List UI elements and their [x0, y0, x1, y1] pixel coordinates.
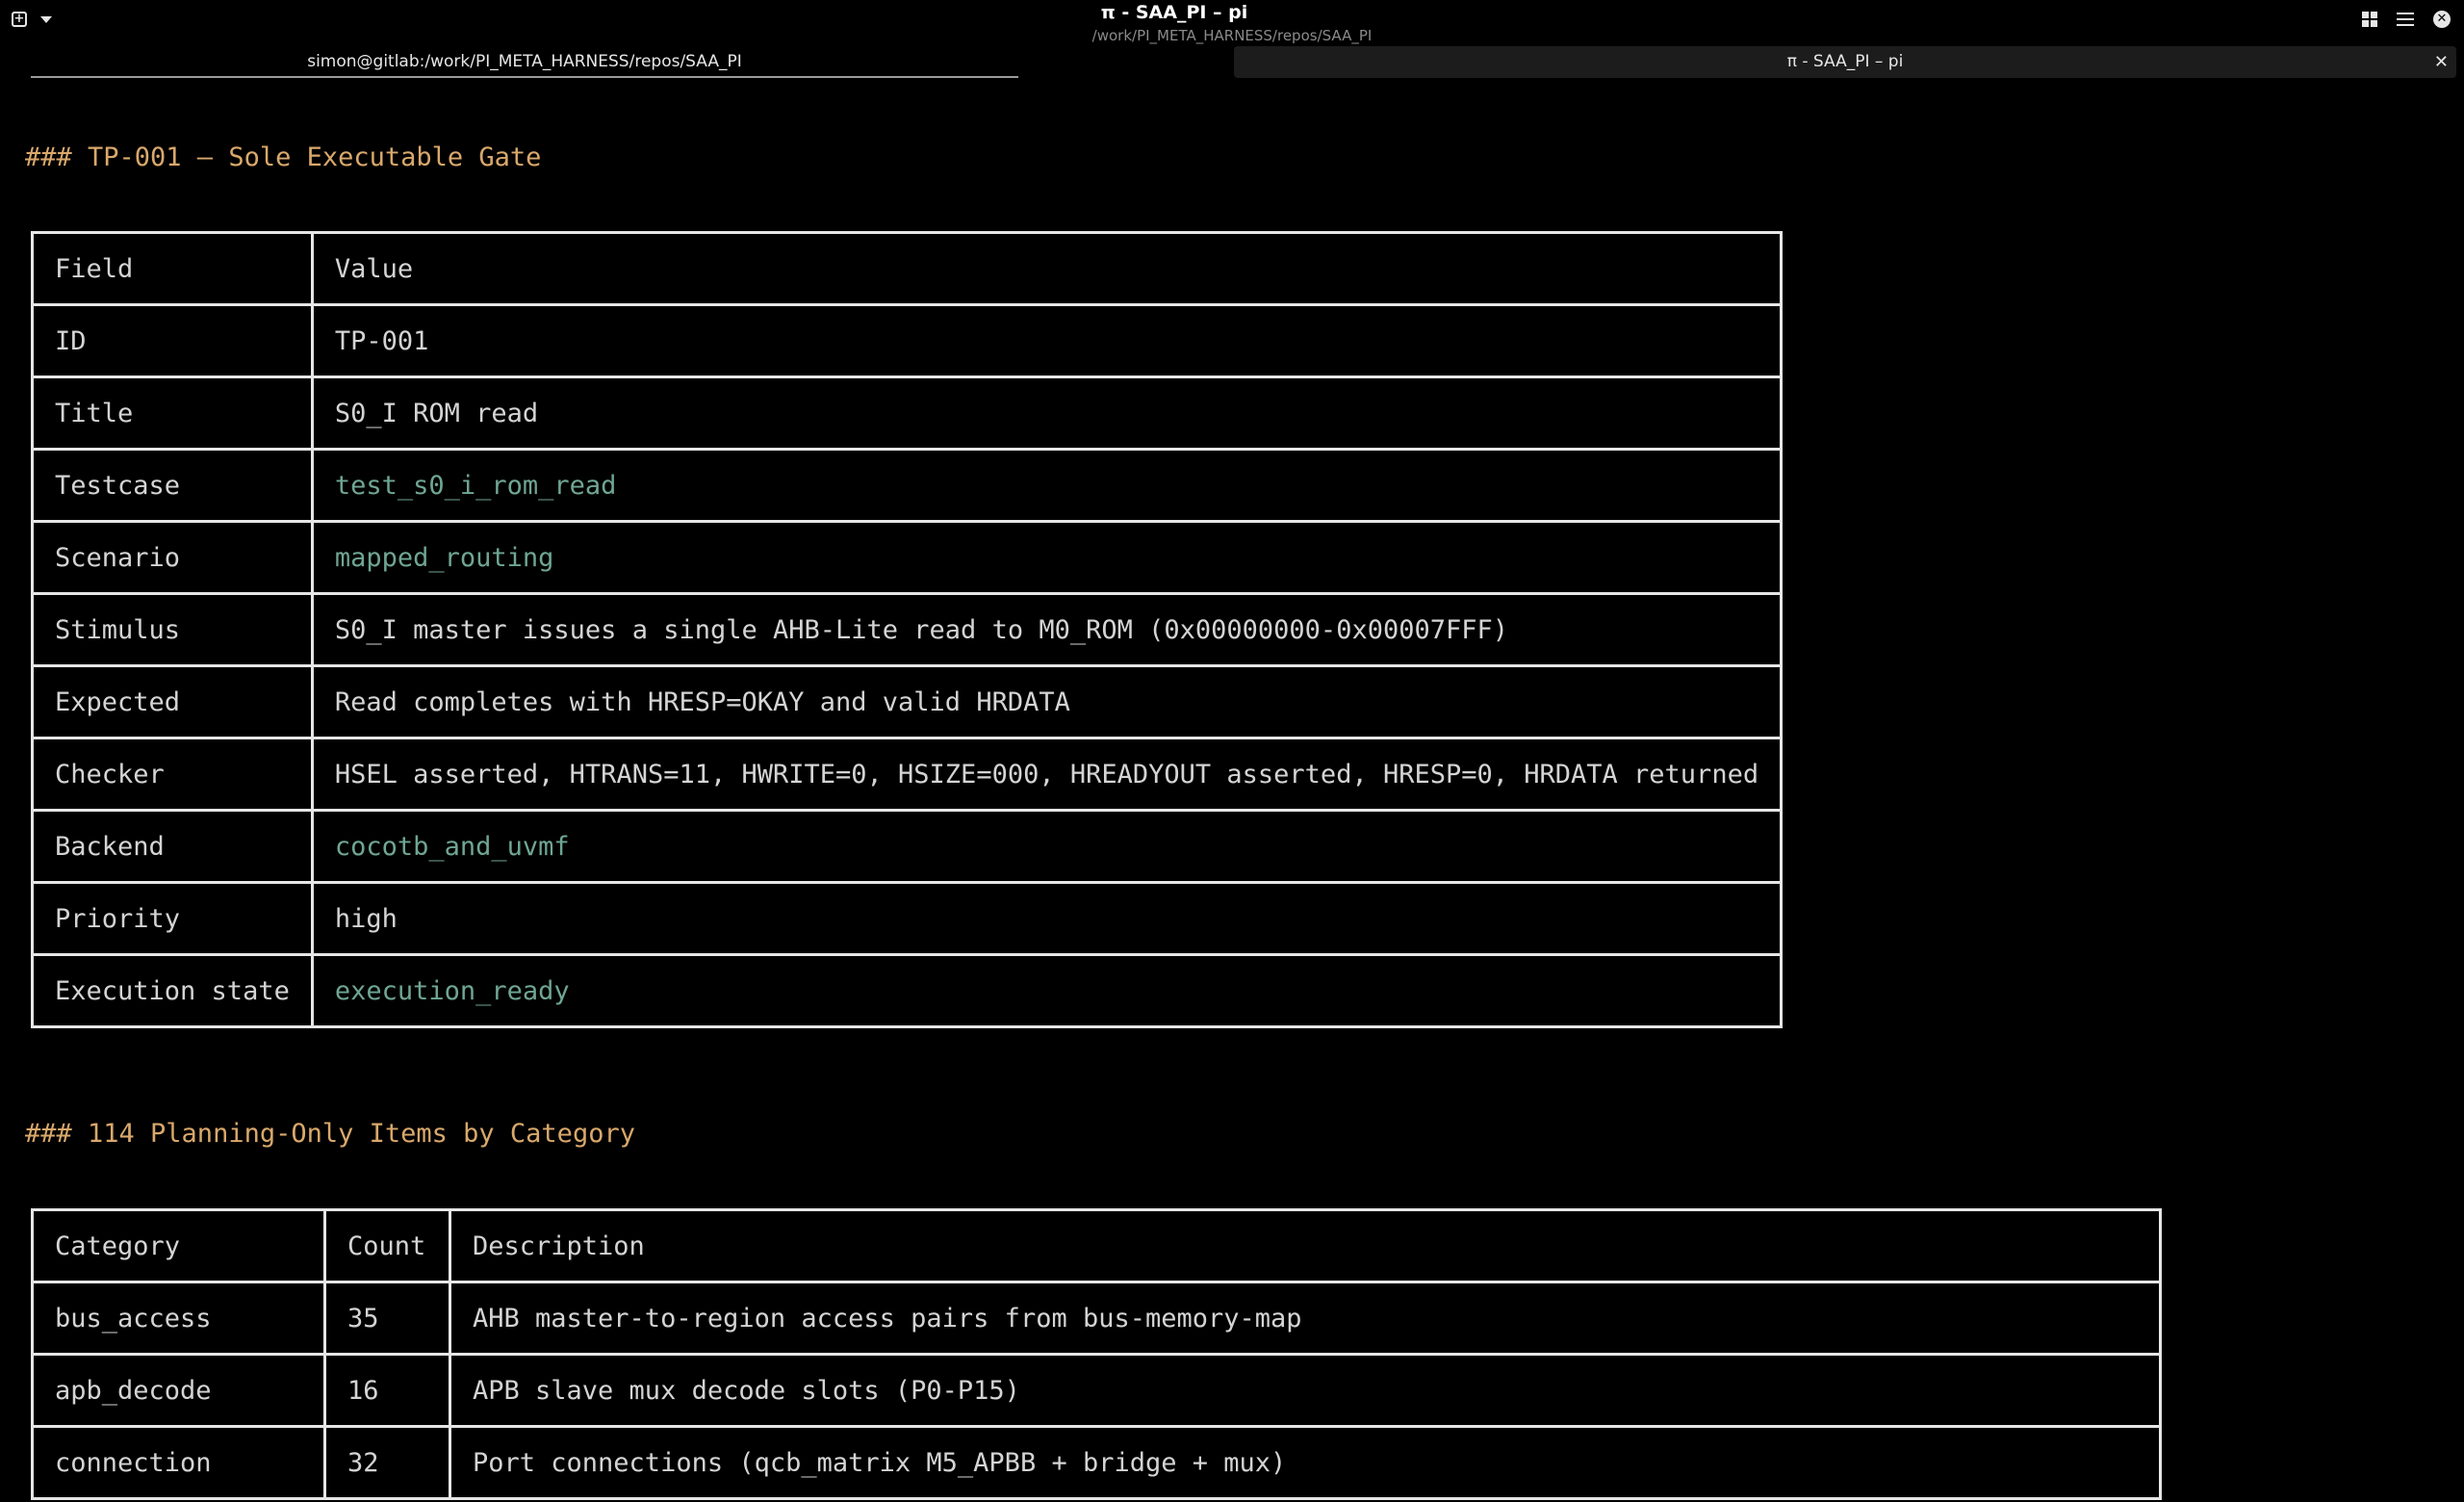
terminal-output[interactable]: ### TP-001 — Sole Executable Gate Field … [0, 79, 2464, 1502]
section-heading-tp001: ### TP-001 — Sole Executable Gate [25, 142, 542, 172]
table-header-row: Field Value [31, 231, 1784, 306]
field-cell: ID [31, 303, 314, 378]
field-cell: Title [31, 376, 314, 451]
value-cell: TP-001 [310, 303, 1784, 378]
tab-label: simon@gitlab:/work/PI_META_HARNESS/repos… [307, 52, 742, 71]
table-row: Testcase test_s0_i_rom_read [31, 448, 1784, 523]
field-cell: Stimulus [31, 592, 314, 667]
description-cell: Port connections (qcb_matrix M5_APBB + b… [449, 1425, 2162, 1500]
value-cell: S0_I ROM read [310, 376, 1784, 451]
value-cell: cocotb_and_uvmf [310, 809, 1784, 884]
count-cell: 16 [323, 1353, 451, 1428]
title-bar: + π - SAA_PI – pi /work/PI_META_HARNESS/… [0, 0, 2464, 46]
table-header-cell: Description [449, 1208, 2162, 1283]
tab-label: π - SAA_PI – pi [1786, 52, 1904, 71]
table-row: ID TP-001 [31, 303, 1784, 378]
close-icon[interactable]: ✕ [2433, 11, 2451, 28]
value-cell: test_s0_i_rom_read [310, 448, 1784, 523]
value-cell: execution_ready [310, 953, 1784, 1028]
table-row: Priority high [31, 881, 1784, 956]
value-cell: S0_I master issues a single AHB-Lite rea… [310, 592, 1784, 667]
field-cell: Backend [31, 809, 314, 884]
count-cell: 32 [323, 1425, 451, 1500]
window-subtitle: /work/PI_META_HARNESS/repos/SAA_PI [1091, 27, 1373, 44]
table-row: Backend cocotb_and_uvmf [31, 809, 1784, 884]
table-row: Title S0_I ROM read [31, 376, 1784, 451]
field-cell: Execution state [31, 953, 314, 1028]
table-row: connection 32 Port connections (qcb_matrix… [31, 1425, 2162, 1500]
table-row: Checker HSEL asserted, HTRANS=11, HWRITE=… [31, 737, 1784, 812]
title-bar-right-controls: ✕ [2362, 11, 2451, 28]
count-cell: 35 [323, 1281, 451, 1356]
value-cell: HSEL asserted, HTRANS=11, HWRITE=0, HSIZ… [310, 737, 1784, 812]
table-row: apb_decode 16 APB slave mux decode slots (… [31, 1353, 2162, 1428]
value-cell: Read completes with HRESP=OKAY and valid… [310, 664, 1784, 739]
table-header-cell: Count [323, 1208, 451, 1283]
field-cell: Testcase [31, 448, 314, 523]
category-cell: connection [31, 1425, 326, 1500]
table-row: Stimulus S0_I master issues a single AHB-… [31, 592, 1784, 667]
planning-table: Category Count Description bus_access 35 A… [31, 1208, 2162, 1500]
table-header-cell: Value [310, 231, 1784, 306]
field-cell: Checker [31, 737, 314, 812]
window-title: π - SAA_PI – pi [1100, 2, 1248, 23]
section-heading-planning: ### 114 Planning-Only Items by Category [25, 1119, 635, 1149]
description-cell: AHB master-to-region access pairs from b… [449, 1281, 2162, 1356]
tp001-table: Field Value ID TP-001 Title S0_I ROM read Te… [31, 231, 1784, 1028]
hamburger-menu-icon[interactable] [2397, 13, 2414, 26]
value-cell: mapped_routing [310, 520, 1784, 595]
field-cell: Priority [31, 881, 314, 956]
table-row: Expected Read completes with HRESP=OKAY a… [31, 664, 1784, 739]
grid-icon[interactable] [2362, 12, 2377, 27]
table-row: bus_access 35 AHB master-to-region access … [31, 1281, 2162, 1356]
category-cell: bus_access [31, 1281, 326, 1356]
description-cell: APB slave mux decode slots (P0-P15) [449, 1353, 2162, 1428]
tab-pi-session[interactable]: π - SAA_PI – pi ✕ [1234, 46, 2456, 78]
table-header-cell: Field [31, 231, 314, 306]
table-header-row: Category Count Description [31, 1208, 2162, 1283]
field-cell: Expected [31, 664, 314, 739]
value-cell: high [310, 881, 1784, 956]
table-header-cell: Category [31, 1208, 326, 1283]
table-row: Execution state execution_ready [31, 953, 1784, 1028]
field-cell: Scenario [31, 520, 314, 595]
tab-close-icon[interactable]: ✕ [2434, 46, 2449, 78]
tab-terminal-shell[interactable]: simon@gitlab:/work/PI_META_HARNESS/repos… [31, 46, 1018, 78]
category-cell: apb_decode [31, 1353, 326, 1428]
table-row: Scenario mapped_routing [31, 520, 1784, 595]
